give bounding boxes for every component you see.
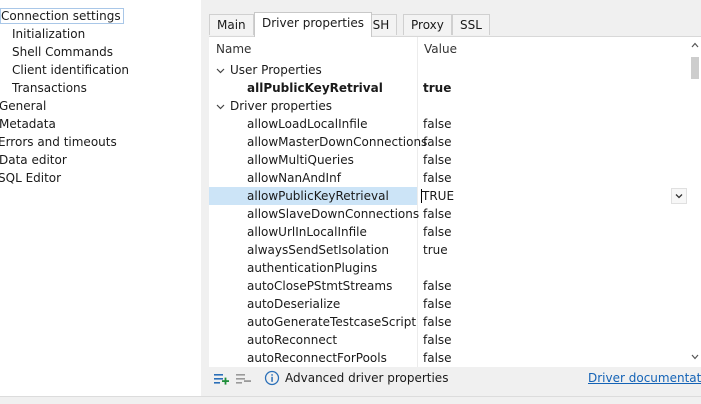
nav-item-label: Data editor bbox=[0, 153, 67, 167]
add-property-button[interactable] bbox=[213, 370, 231, 386]
tab-label: SSL bbox=[460, 18, 482, 32]
properties-footer: Advanced driver properties Driver docume… bbox=[209, 368, 701, 390]
property-value[interactable]: false bbox=[423, 313, 452, 331]
property-name: alwaysSendSetIsolation bbox=[247, 243, 389, 257]
nav-item-shell-commands[interactable]: Shell Commands bbox=[12, 44, 113, 61]
driver-documentation-link[interactable]: Driver documentation bbox=[588, 368, 701, 388]
property-value[interactable]: false bbox=[423, 277, 452, 295]
property-value[interactable]: true bbox=[423, 241, 448, 259]
table-row[interactable]: autoReconnect false bbox=[209, 331, 689, 349]
vertical-scrollbar[interactable] bbox=[689, 37, 701, 367]
nav-item-label: Initialization bbox=[12, 27, 86, 41]
property-value[interactable]: false bbox=[423, 295, 452, 313]
property-name: authenticationPlugins bbox=[247, 261, 378, 275]
property-name: autoDeserialize bbox=[247, 297, 341, 311]
tab-proxy[interactable]: Proxy bbox=[403, 14, 452, 35]
nav-item-connection-settings[interactable]: Connection settings bbox=[0, 8, 124, 25]
property-name: autoReconnectForPools bbox=[247, 351, 387, 365]
group-label: Driver properties bbox=[230, 99, 332, 113]
nav-item-label: Connection settings bbox=[0, 8, 124, 24]
chevron-down-icon[interactable] bbox=[216, 97, 228, 115]
table-row[interactable]: allowUrlInLocalInfile false bbox=[209, 223, 689, 241]
group-row-user-properties[interactable]: User Properties bbox=[209, 61, 689, 79]
tab-ssl[interactable]: SSL bbox=[452, 14, 490, 35]
table-row[interactable]: autoDeserialize false bbox=[209, 295, 689, 313]
nav-item-metadata[interactable]: Metadata bbox=[0, 116, 56, 133]
connection-editor-panel: Main Driver properties SSH Proxy SSL Nam… bbox=[201, 0, 701, 396]
nav-item-errors-and-timeouts[interactable]: Errors and timeouts bbox=[0, 134, 117, 151]
property-value[interactable]: false bbox=[423, 349, 452, 367]
property-name: autoClosePStmtStreams bbox=[247, 279, 393, 293]
nav-item-label: General bbox=[0, 99, 47, 113]
tab-label: Main bbox=[217, 18, 246, 32]
nav-item-label: Metadata bbox=[0, 117, 56, 131]
nav-item-initialization[interactable]: Initialization bbox=[12, 26, 85, 43]
table-row[interactable]: allowNanAndInf false bbox=[209, 169, 689, 187]
property-value[interactable]: false bbox=[423, 331, 452, 349]
add-property-icon bbox=[214, 374, 229, 385]
nav-item-label: Client identification bbox=[12, 63, 130, 77]
table-row[interactable]: autoClosePStmtStreams false bbox=[209, 277, 689, 295]
property-value[interactable]: false bbox=[423, 115, 452, 133]
property-value[interactable]: false bbox=[423, 223, 452, 241]
column-header-name[interactable]: Name bbox=[216, 40, 251, 58]
nav-item-label: Errors and timeouts bbox=[0, 135, 117, 149]
info-icon bbox=[264, 370, 280, 386]
property-name: allowUrlInLocalInfile bbox=[247, 225, 367, 239]
column-header-value[interactable]: Value bbox=[424, 40, 457, 58]
nav-item-label: Transactions bbox=[12, 81, 87, 95]
remove-property-icon bbox=[236, 374, 251, 384]
table-row[interactable]: allowMasterDownConnections false bbox=[209, 133, 689, 151]
group-label: User Properties bbox=[230, 63, 322, 77]
nav-item-general[interactable]: General bbox=[0, 98, 46, 115]
value-dropdown-button[interactable] bbox=[671, 188, 687, 204]
nav-item-label: Shell Commands bbox=[12, 45, 114, 59]
property-value[interactable]: false bbox=[423, 169, 452, 187]
chevron-down-icon[interactable] bbox=[689, 351, 701, 363]
group-row-driver-properties[interactable]: Driver properties bbox=[209, 97, 689, 115]
tab-main[interactable]: Main bbox=[209, 14, 254, 35]
property-value[interactable]: false bbox=[423, 151, 452, 169]
nav-item-client-identification[interactable]: Client identification bbox=[12, 62, 129, 79]
property-name: allowMultiQueries bbox=[247, 153, 354, 167]
tab-label: Proxy bbox=[411, 18, 444, 32]
table-row[interactable]: alwaysSendSetIsolation true bbox=[209, 241, 689, 259]
table-row[interactable]: authenticationPlugins bbox=[209, 259, 689, 277]
nav-item-sql-editor[interactable]: SQL Editor bbox=[0, 170, 61, 187]
driver-properties-table: Name Value User Properties allPublicKeyR… bbox=[209, 36, 701, 367]
property-value-input[interactable]: TRUE bbox=[422, 187, 454, 205]
property-value[interactable]: false bbox=[423, 133, 452, 151]
remove-property-button[interactable] bbox=[235, 370, 253, 386]
property-name: autoGenerateTestcaseScript bbox=[247, 315, 417, 329]
table-row[interactable]: allowLoadLocalInfile false bbox=[209, 115, 689, 133]
property-value[interactable]: true bbox=[423, 79, 451, 97]
table-row-selected[interactable]: allowPublicKeyRetrieval TRUE bbox=[209, 187, 689, 205]
nav-item-label: SQL Editor bbox=[0, 171, 62, 185]
table-row[interactable]: allowMultiQueries false bbox=[209, 151, 689, 169]
property-name: allowLoadLocalInfile bbox=[247, 117, 368, 131]
advanced-driver-properties-label: Advanced driver properties bbox=[285, 371, 449, 385]
chevron-down-icon bbox=[675, 194, 683, 199]
table-row[interactable]: allPublicKeyRetrival true bbox=[209, 79, 689, 97]
property-value[interactable]: false bbox=[423, 205, 452, 223]
table-row[interactable]: autoReconnectForPools false bbox=[209, 349, 689, 367]
chevron-down-icon[interactable] bbox=[216, 61, 228, 79]
property-name: allowMasterDownConnections bbox=[247, 135, 428, 149]
scrollbar-thumb[interactable] bbox=[691, 57, 699, 79]
property-name: autoReconnect bbox=[247, 333, 338, 347]
tab-driver-properties[interactable]: Driver properties bbox=[254, 12, 372, 37]
property-name: allowNanAndInf bbox=[247, 171, 341, 185]
chevron-up-icon[interactable] bbox=[689, 39, 701, 51]
property-name: allowSlaveDownConnections bbox=[247, 207, 420, 221]
property-name: allowPublicKeyRetrieval bbox=[247, 189, 389, 203]
table-row[interactable]: allowSlaveDownConnections false bbox=[209, 205, 689, 223]
nav-item-data-editor[interactable]: Data editor bbox=[0, 152, 67, 169]
property-name: allPublicKeyRetrival bbox=[247, 81, 383, 95]
tab-label: Driver properties bbox=[262, 16, 364, 30]
settings-nav: Connection settings Initialization Shell… bbox=[0, 0, 200, 396]
nav-item-transactions[interactable]: Transactions bbox=[12, 80, 87, 97]
table-row[interactable]: autoGenerateTestcaseScript false bbox=[209, 313, 689, 331]
value-editor[interactable] bbox=[419, 187, 689, 205]
